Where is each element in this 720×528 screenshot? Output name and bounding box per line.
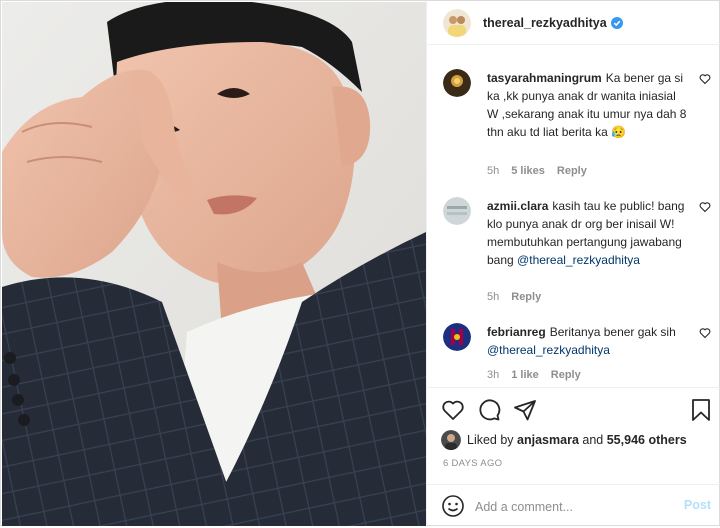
commenter-avatar[interactable] (443, 323, 471, 351)
comment-username[interactable]: azmii.clara (487, 199, 548, 213)
comment-meta: 5h 5 likes Reply (487, 165, 587, 177)
comment-time[interactable]: 5h (487, 165, 499, 177)
comment-meta: 3h 1 like Reply (487, 369, 581, 381)
post-photo-illustration (2, 2, 426, 526)
likes-and: and (582, 433, 604, 447)
comment-username[interactable]: febrianreg (487, 325, 546, 339)
sad-face-emoji: 😥 (611, 125, 627, 139)
heart-icon[interactable] (441, 398, 465, 422)
likes-first-user[interactable]: anjasmara (517, 433, 579, 447)
comment-likes[interactable]: 5 likes (511, 165, 545, 177)
comment-heart-icon[interactable] (699, 327, 711, 339)
author-avatar[interactable] (443, 8, 471, 37)
liker-avatar[interactable] (441, 430, 461, 450)
post-comment-button[interactable]: Post (684, 498, 711, 512)
smiley-icon[interactable] (441, 494, 465, 518)
add-comment-row: Post (427, 484, 720, 528)
comment-likes[interactable]: 1 like (511, 369, 539, 381)
comment-reply-button[interactable]: Reply (557, 165, 587, 177)
instagram-post-window: thereal_rezkyadhitya tasyarahmaningrum Ka… (0, 0, 720, 527)
likes-summary: Liked by anjasmara and 55,946 others (441, 430, 687, 450)
comments-list: tasyarahmaningrum Ka bener ga si ka ,kk p… (427, 47, 720, 387)
comment-text-block: tasyarahmaningrum Ka bener ga si ka ,kk p… (487, 69, 689, 141)
comment-text-block: febrianreg Beritanya bener gak sih @there… (487, 323, 689, 359)
post-actions: Liked by anjasmara and 55,946 others 6 D… (427, 387, 720, 527)
commenter-avatar[interactable] (443, 197, 471, 225)
add-comment-input[interactable] (475, 497, 665, 517)
bookmark-icon[interactable] (689, 398, 713, 422)
comment-mention-link[interactable]: @thereal_rezkyadhitya (487, 343, 610, 357)
comment-heart-icon[interactable] (699, 201, 711, 213)
comment-item: febrianreg Beritanya bener gak sih @there… (443, 323, 713, 385)
comment-text-block: azmii.clara kasih tau ke public! bang klo… (487, 197, 689, 269)
likes-prefix: Liked by (467, 433, 514, 447)
comment-mention-link[interactable]: @thereal_rezkyadhitya (517, 253, 640, 267)
post-timestamp[interactable]: 6 DAYS AGO (443, 458, 502, 469)
comment-username[interactable]: tasyarahmaningrum (487, 71, 602, 85)
author-username[interactable]: thereal_rezkyadhitya (483, 16, 607, 30)
comment-reply-button[interactable]: Reply (511, 291, 541, 303)
comment-heart-icon[interactable] (699, 73, 711, 85)
comment-text: Beritanya bener gak sih (549, 325, 676, 339)
commenter-avatar[interactable] (443, 69, 471, 97)
comment-item: tasyarahmaningrum Ka bener ga si ka ,kk p… (443, 69, 713, 179)
post-header: thereal_rezkyadhitya (427, 1, 720, 45)
comment-time[interactable]: 5h (487, 291, 499, 303)
comment-icon[interactable] (477, 398, 501, 422)
comment-time[interactable]: 3h (487, 369, 499, 381)
verified-badge-icon (610, 16, 623, 29)
comment-reply-button[interactable]: Reply (551, 369, 581, 381)
likes-others-link[interactable]: 55,946 others (607, 433, 687, 447)
comment-item: azmii.clara kasih tau ke public! bang klo… (443, 197, 713, 307)
comment-meta: 5h Reply (487, 291, 541, 303)
paper-plane-icon[interactable] (513, 398, 537, 422)
post-side-panel: thereal_rezkyadhitya tasyarahmaningrum Ka… (426, 1, 720, 527)
post-photo[interactable] (2, 2, 426, 526)
